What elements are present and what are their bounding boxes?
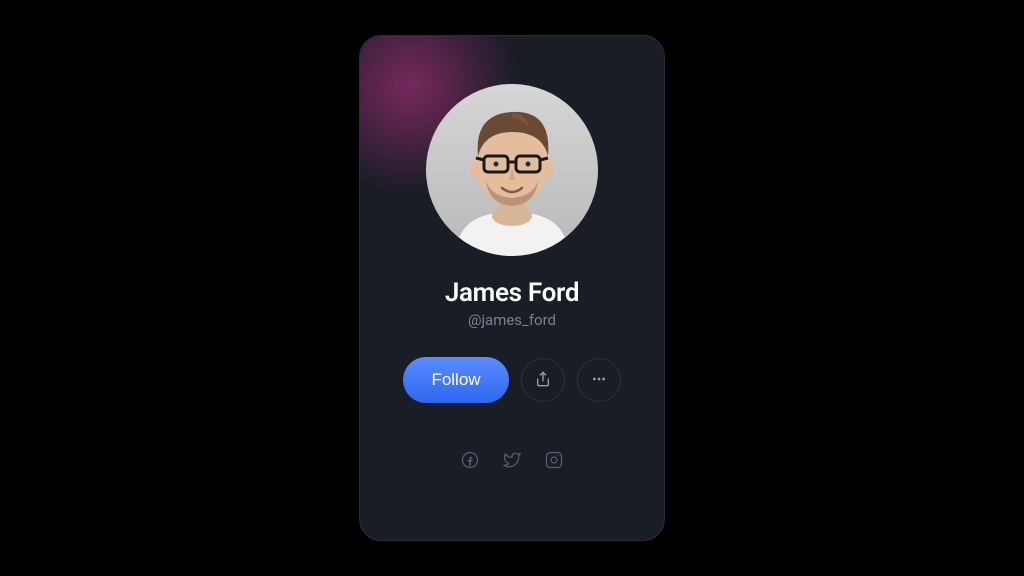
facebook-link[interactable] [461, 451, 479, 473]
share-icon [535, 371, 551, 390]
instagram-icon [545, 451, 563, 473]
profile-handle: @james_ford [468, 311, 556, 329]
share-button[interactable] [521, 358, 565, 402]
more-icon [591, 371, 607, 390]
twitter-icon [503, 451, 521, 473]
profile-name: James Ford [445, 278, 579, 308]
instagram-link[interactable] [545, 451, 563, 473]
facebook-icon [461, 451, 479, 473]
action-row: Follow [403, 357, 620, 403]
social-links [461, 451, 563, 473]
follow-button[interactable]: Follow [403, 357, 508, 403]
avatar [426, 84, 598, 256]
twitter-link[interactable] [503, 451, 521, 473]
more-button[interactable] [577, 358, 621, 402]
profile-card: James Ford @james_ford Follow [359, 35, 665, 541]
